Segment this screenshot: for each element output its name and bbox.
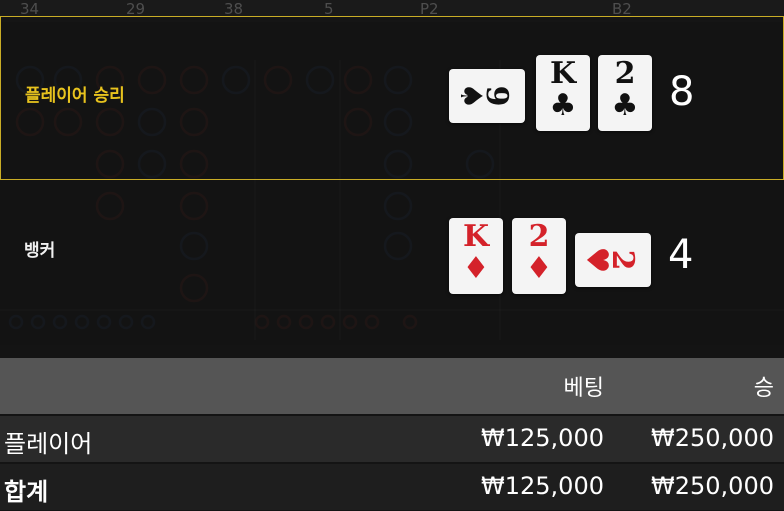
player-card-1: 9 ♠ bbox=[449, 69, 525, 123]
club-icon: ♣ bbox=[549, 88, 577, 123]
bet-summary-table: 베팅 승 플레이어 ₩125,000 ₩250,000 합계 ₩125,000 … bbox=[0, 358, 784, 511]
club-icon: ♣ bbox=[611, 88, 639, 123]
card-rank: 2 bbox=[614, 56, 636, 91]
diamond-icon: ♦ bbox=[462, 251, 490, 286]
header-bet: 베팅 bbox=[563, 376, 604, 401]
row-win-amount: ₩250,000 bbox=[651, 472, 774, 500]
row-label: 플레이어 bbox=[4, 430, 93, 458]
header-win: 승 bbox=[753, 376, 774, 401]
summary-row-total: 합계 ₩125,000 ₩250,000 bbox=[0, 464, 784, 510]
player-card-2: K ♣ bbox=[536, 55, 590, 131]
player-result-row: 플레이어 승리 9 ♠ K ♣ 2 ♣ 8 bbox=[0, 16, 784, 180]
row-bet-amount: ₩125,000 bbox=[481, 472, 604, 500]
banker-card-2: 2 ♦ bbox=[512, 218, 566, 294]
row-label: 합계 bbox=[4, 478, 49, 506]
summary-row-player: 플레이어 ₩125,000 ₩250,000 bbox=[0, 416, 784, 462]
banker-label: 뱅커 bbox=[24, 241, 56, 261]
heart-icon: ♥ bbox=[579, 246, 614, 274]
banker-card-3: 2 ♥ bbox=[575, 233, 651, 287]
player-score: 8 bbox=[669, 69, 695, 115]
banker-score: 4 bbox=[668, 232, 694, 278]
card-rank: 2 bbox=[528, 219, 550, 254]
card-rank: K bbox=[462, 219, 490, 254]
row-win-amount: ₩250,000 bbox=[651, 424, 774, 452]
row-bet-amount: ₩125,000 bbox=[481, 424, 604, 452]
spade-icon: ♠ bbox=[453, 82, 488, 110]
player-card-3: 2 ♣ bbox=[598, 55, 652, 131]
player-win-label: 플레이어 승리 bbox=[25, 86, 125, 106]
summary-header: 베팅 승 bbox=[0, 358, 784, 414]
diamond-icon: ♦ bbox=[525, 251, 553, 286]
banker-card-1: K ♦ bbox=[449, 218, 503, 294]
card-rank: K bbox=[549, 56, 577, 91]
banker-result-row: 뱅커 K ♦ 2 ♦ 2 ♥ 4 bbox=[0, 180, 784, 345]
